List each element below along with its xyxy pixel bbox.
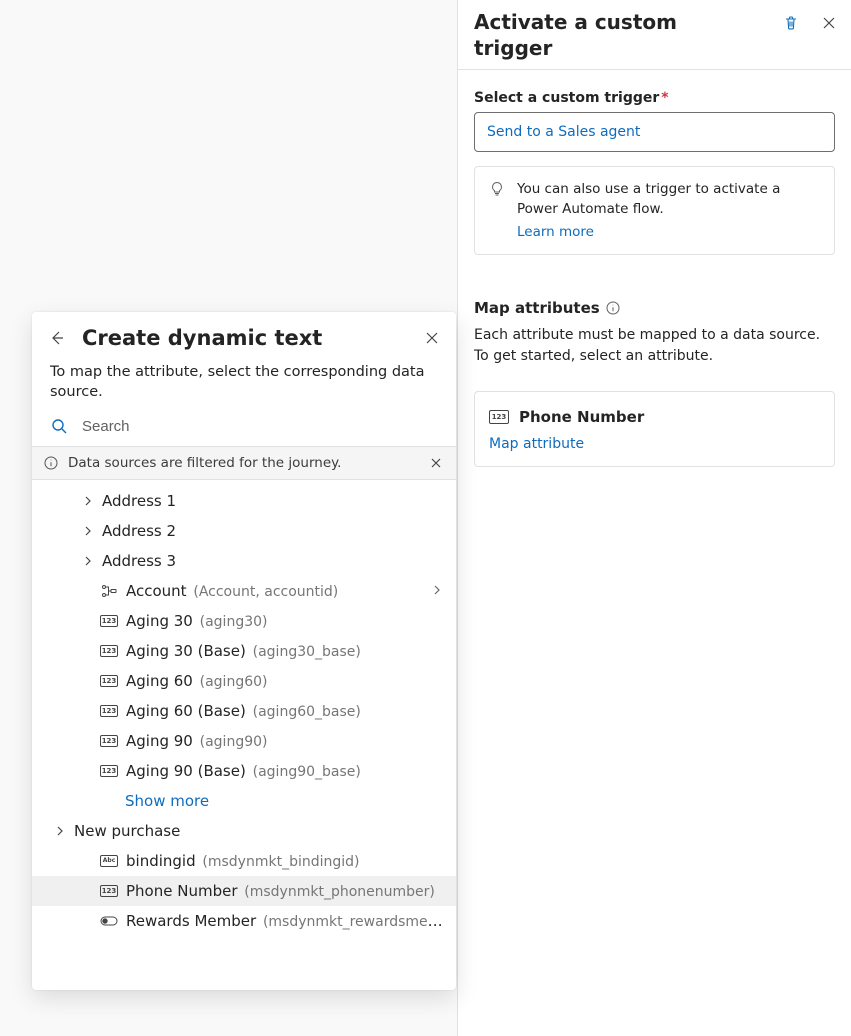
chevron-right-icon	[82, 555, 94, 567]
panel-title: Activate a custom trigger	[474, 9, 734, 61]
tree-item-address3[interactable]: Address 3	[32, 546, 456, 576]
tree-item-label: Aging 60 (aging60)	[126, 672, 267, 690]
tree-item-label: Address 1	[102, 492, 176, 510]
boolean-type-icon	[100, 914, 118, 928]
tree-item-label: Account (Account, accountid)	[126, 582, 338, 600]
delete-button[interactable]	[781, 13, 801, 33]
number-type-icon: 123	[100, 614, 118, 628]
arrow-left-icon	[48, 329, 66, 347]
tree-item-aging30[interactable]: 123 Aging 30 (aging30)	[32, 606, 456, 636]
tree-item-new-purchase[interactable]: New purchase	[32, 816, 456, 846]
relationship-icon	[100, 584, 118, 598]
tree-item-label: Aging 90 (Base) (aging90_base)	[126, 762, 361, 780]
trash-icon	[783, 15, 799, 31]
attribute-card[interactable]: 123 Phone Number Map attribute	[474, 391, 835, 467]
tree-item-label: Address 3	[102, 552, 176, 570]
tree-item-label: New purchase	[74, 822, 180, 840]
search-icon	[50, 417, 68, 435]
tree-item-aging60[interactable]: 123 Aging 60 (aging60)	[32, 666, 456, 696]
account-label: Account	[126, 582, 187, 600]
tree-item-aging30-base[interactable]: 123 Aging 30 (Base) (aging30_base)	[32, 636, 456, 666]
popover-desc: To map the attribute, select the corresp…	[32, 354, 456, 411]
activate-trigger-panel: Activate a custom trigger Select a custo…	[457, 0, 851, 1036]
trigger-field-label-text: Select a custom trigger	[474, 90, 659, 106]
tree-item-address1[interactable]: Address 1	[32, 486, 456, 516]
trigger-select-value: Send to a Sales agent	[487, 124, 640, 140]
map-attributes-title: Map attributes	[474, 299, 835, 317]
hint-box: You can also use a trigger to activate a…	[474, 166, 835, 255]
account-sub: (Account, accountid)	[193, 584, 338, 600]
number-type-icon: 123	[100, 884, 118, 898]
tree-item-label: Aging 60 (Base) (aging60_base)	[126, 702, 361, 720]
learn-more-link[interactable]: Learn more	[517, 222, 594, 242]
attribute-name: Phone Number	[519, 408, 644, 426]
info-icon	[44, 456, 58, 470]
tree-item-account[interactable]: Account (Account, accountid)	[32, 576, 456, 606]
number-type-icon: 123	[100, 674, 118, 688]
tree-item-address2[interactable]: Address 2	[32, 516, 456, 546]
map-attribute-link[interactable]: Map attribute	[489, 436, 820, 452]
tree-item-label: Aging 30 (Base) (aging30_base)	[126, 642, 361, 660]
dismiss-info-button[interactable]	[428, 455, 444, 471]
search-input[interactable]	[80, 417, 438, 436]
filter-info-text: Data sources are filtered for the journe…	[68, 455, 341, 471]
number-type-icon: 123	[100, 764, 118, 778]
close-icon	[430, 457, 442, 469]
number-type-icon: 123	[100, 644, 118, 658]
popover-title: Create dynamic text	[82, 326, 408, 350]
chevron-right-icon	[54, 825, 66, 837]
number-type-icon: 123	[100, 704, 118, 718]
required-indicator: *	[661, 90, 668, 106]
tree-item-rewards-member[interactable]: Rewards Member (msdynmkt_rewardsmem…	[32, 906, 456, 936]
search-row	[32, 411, 456, 446]
back-button[interactable]	[46, 327, 68, 349]
filter-info-strip: Data sources are filtered for the journe…	[32, 446, 456, 480]
tree-item-label: Rewards Member (msdynmkt_rewardsmem…	[126, 912, 444, 930]
show-more-link[interactable]: Show more	[32, 786, 456, 816]
tree-item-label: Phone Number (msdynmkt_phonenumber)	[126, 882, 435, 900]
close-icon	[821, 15, 837, 31]
close-panel-button[interactable]	[819, 13, 839, 33]
attribute-card-title: 123 Phone Number	[489, 408, 820, 426]
tree-item-label: Aging 90 (aging90)	[126, 732, 267, 750]
chevron-right-icon	[82, 495, 94, 507]
hint-content: You can also use a trigger to activate a…	[517, 179, 820, 242]
tree-item-phone-number[interactable]: 123 Phone Number (msdynmkt_phonenumber)	[32, 876, 456, 906]
number-type-icon: 123	[489, 410, 509, 424]
lightbulb-icon	[489, 181, 505, 197]
close-icon	[425, 331, 439, 345]
popover-header: Create dynamic text	[32, 312, 456, 354]
dynamic-text-popover: Create dynamic text To map the attribute…	[32, 312, 456, 990]
trigger-select[interactable]: Send to a Sales agent	[474, 112, 835, 152]
panel-header: Activate a custom trigger	[458, 0, 851, 70]
map-attributes-title-text: Map attributes	[474, 299, 600, 317]
trigger-field-label: Select a custom trigger*	[474, 90, 835, 106]
number-type-icon: 123	[100, 734, 118, 748]
panel-header-actions	[781, 9, 839, 33]
chevron-right-icon	[432, 585, 444, 597]
tree-item-aging90[interactable]: 123 Aging 90 (aging90)	[32, 726, 456, 756]
info-icon	[606, 301, 620, 315]
tree-item-label: Aging 30 (aging30)	[126, 612, 267, 630]
chevron-right-icon	[82, 525, 94, 537]
tree-item-aging60-base[interactable]: 123 Aging 60 (Base) (aging60_base)	[32, 696, 456, 726]
map-attributes-desc: Each attribute must be mapped to a data …	[474, 325, 835, 367]
panel-body: Select a custom trigger* Send to a Sales…	[458, 70, 851, 487]
tree-item-bindingid[interactable]: Abc bindingid (msdynmkt_bindingid)	[32, 846, 456, 876]
tree-item-label: bindingid (msdynmkt_bindingid)	[126, 852, 360, 870]
data-source-tree[interactable]: Address 1 Address 2 Address 3 Account	[32, 480, 456, 990]
tree-item-label: Address 2	[102, 522, 176, 540]
popover-close-button[interactable]	[422, 328, 442, 348]
text-type-icon: Abc	[100, 854, 118, 868]
hint-text: You can also use a trigger to activate a…	[517, 181, 780, 217]
tree-item-aging90-base[interactable]: 123 Aging 90 (Base) (aging90_base)	[32, 756, 456, 786]
